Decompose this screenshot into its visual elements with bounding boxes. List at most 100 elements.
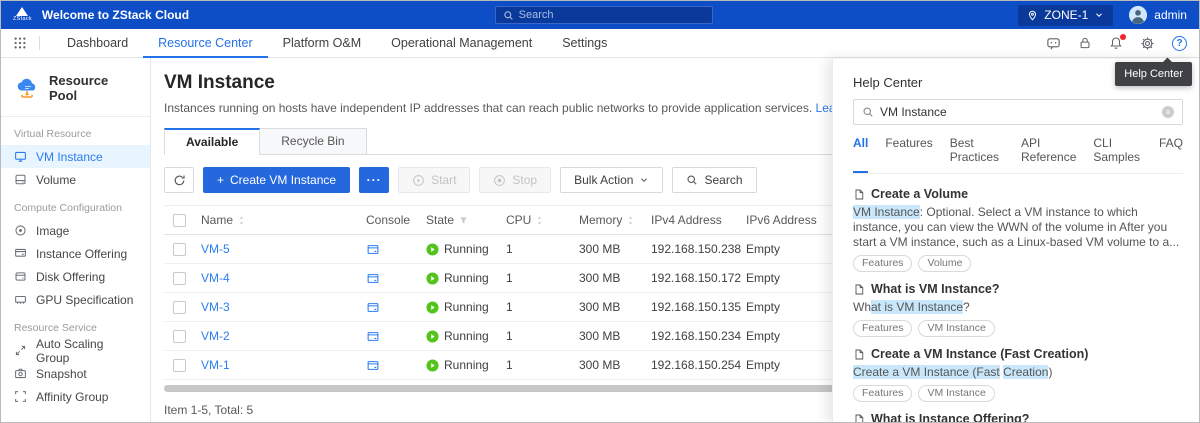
row-checkbox[interactable] [173,243,186,256]
highlighted-text: at is VM Instance [871,300,963,314]
settings-gear-icon[interactable] [1140,36,1155,51]
ipv4-value: 192.168.150.172 [651,271,746,285]
tag-pill[interactable]: VM Instance [918,320,994,337]
state-badge: Running [426,242,489,256]
bulk-action-button[interactable]: Bulk Action [560,167,663,193]
help-tab-all[interactable]: All [853,136,868,173]
document-icon [853,348,865,361]
vm-name-link[interactable]: VM-4 [201,271,230,285]
help-tab-faq[interactable]: FAQ [1159,136,1183,173]
create-vm-instance-button[interactable]: + Create VM Instance [203,167,350,193]
tag-pill[interactable]: VM Instance [918,385,994,402]
tag-pill[interactable]: Volume [918,255,971,272]
tab-recycle-bin[interactable]: Recycle Bin [260,128,366,154]
memory-value: 300 MB [579,300,651,314]
column-state: State [426,213,454,227]
lock-icon[interactable] [1078,36,1092,50]
console-icon[interactable] [366,301,380,314]
help-result-title[interactable]: What is Instance Offering? [853,412,1183,423]
nav-item-operational-management[interactable]: Operational Management [376,29,547,58]
select-all-checkbox[interactable] [173,214,186,227]
help-result-title-text: What is Instance Offering? [871,412,1029,423]
sort-icon[interactable] [237,215,246,226]
console-icon[interactable] [366,272,380,285]
row-checkbox[interactable] [173,330,186,343]
zone-selector[interactable]: ZONE-1 [1018,5,1113,26]
play-circle-icon [412,174,425,187]
help-tab-features[interactable]: Features [885,136,932,173]
tab-available[interactable]: Available [164,128,260,155]
help-result-body: What is VM Instance? [853,300,1183,315]
row-checkbox[interactable] [173,301,186,314]
sidebar-item-snapshot[interactable]: Snapshot [1,362,150,385]
sidebar-item-disk-offering[interactable]: Disk Offering [1,265,150,288]
global-search-input[interactable] [519,9,705,21]
help-result-title[interactable]: Create a Volume [853,187,1183,201]
sidebar-item-affinity-group[interactable]: Affinity Group [1,385,150,408]
ipv4-value: 192.168.150.238 [651,242,746,256]
vm-name-link[interactable]: VM-1 [201,358,230,372]
sidebar-item-auto-scaling-group[interactable]: Auto Scaling Group [1,339,150,362]
memory-value: 300 MB [579,358,651,372]
app-grid-icon[interactable] [13,36,27,50]
help-tab-api-reference[interactable]: API Reference [1021,136,1076,173]
row-checkbox[interactable] [173,359,186,372]
help-result-title[interactable]: Create a VM Instance (Fast Creation) [853,347,1183,361]
sidebar-item-label: GPU Specification [36,293,133,307]
column-cpu[interactable]: CPU [506,213,531,227]
global-search[interactable] [495,6,713,24]
stop-button[interactable]: Stop [479,167,551,193]
more-actions-button[interactable]: ··· [359,167,389,193]
support-chat-icon[interactable] [1046,36,1061,51]
memory-value: 300 MB [579,242,651,256]
console-icon[interactable] [366,359,380,372]
sidebar-item-volume[interactable]: Volume [1,168,150,191]
nav-items: Dashboard Resource Center Platform O&M O… [52,29,622,57]
help-search[interactable]: × [853,99,1183,125]
vm-name-link[interactable]: VM-2 [201,329,230,343]
help-center-icon[interactable]: ? [1172,36,1187,51]
tag-pill[interactable]: Features [853,255,912,272]
nav-item-dashboard[interactable]: Dashboard [52,29,143,58]
nav-item-settings[interactable]: Settings [547,29,622,58]
start-label: Start [431,173,456,187]
search-button[interactable]: Search [672,167,756,193]
sort-icon[interactable] [626,215,635,226]
sidebar-item-label: Instance Offering [36,247,127,261]
user-menu[interactable]: admin [1129,6,1187,24]
help-tab-cli-samples[interactable]: CLI Samples [1093,136,1142,173]
column-memory[interactable]: Memory [579,213,622,227]
help-result-tags: Features VM Instance [853,385,1183,402]
nav-item-resource-center[interactable]: Resource Center [143,29,268,58]
tag-pill[interactable]: Features [853,320,912,337]
sidebar-item-vm-instance[interactable]: VM Instance [1,145,150,168]
notifications-bell-icon[interactable] [1109,36,1123,50]
help-tab-best-practices[interactable]: Best Practices [950,136,1004,173]
start-button[interactable]: Start [398,167,470,193]
sidebar-item-gpu-specification[interactable]: GPU Specification [1,288,150,311]
filter-funnel-icon[interactable] [458,215,469,226]
state-badge: Running [426,271,489,285]
search-icon [686,174,698,186]
highlighted-text: Creation [1003,365,1048,379]
help-search-input[interactable] [880,105,1156,119]
sidebar-item-instance-offering[interactable]: Instance Offering [1,242,150,265]
clear-search-icon[interactable]: × [1162,106,1174,118]
camera-icon [14,367,27,380]
refresh-button[interactable] [164,167,194,193]
cpu-value: 1 [506,329,579,343]
sidebar-item-label: Image [36,224,69,238]
console-icon[interactable] [366,330,380,343]
column-name[interactable]: Name [201,213,233,227]
tag-pill[interactable]: Features [853,385,912,402]
resource-pool-icon [14,77,40,100]
sort-icon[interactable] [535,215,544,226]
vm-name-link[interactable]: VM-3 [201,300,230,314]
console-icon[interactable] [366,243,380,256]
vm-name-link[interactable]: VM-5 [201,242,230,256]
nav-item-platform-om[interactable]: Platform O&M [268,29,377,58]
sidebar-item-image[interactable]: Image [1,219,150,242]
help-result-title[interactable]: What is VM Instance? [853,282,1183,296]
row-checkbox[interactable] [173,272,186,285]
resource-pool-header[interactable]: Resource Pool [1,58,150,117]
